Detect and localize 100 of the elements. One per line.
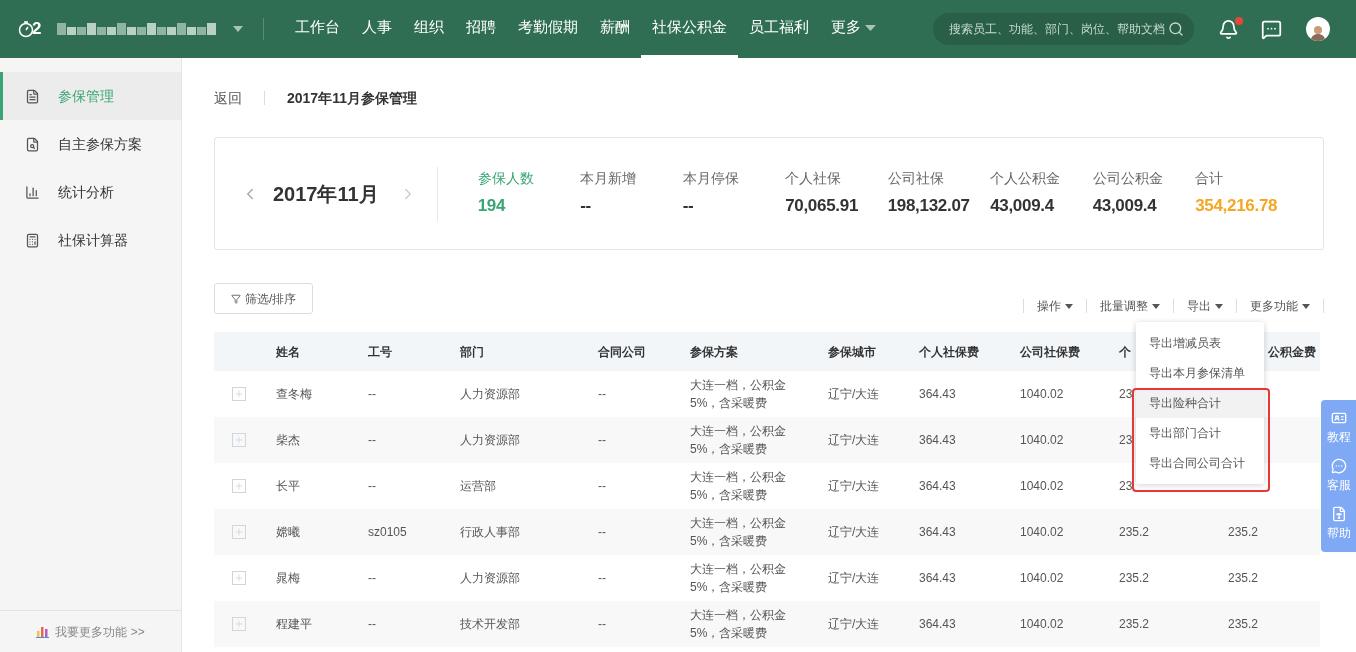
panel-icon — [1330, 506, 1347, 522]
table-cell-text: -- — [598, 478, 606, 495]
column-header: 公司社保费 — [1020, 343, 1080, 361]
filter-button[interactable]: 筛选/排序 — [214, 283, 314, 314]
logo-text: 2 — [32, 18, 42, 41]
caret-icon — [1302, 303, 1310, 309]
stat-label: 合计 — [1195, 169, 1225, 189]
logo[interactable]: 2 — [18, 16, 42, 42]
caret-icon — [1065, 303, 1073, 309]
panel-icon — [1330, 410, 1347, 426]
table-cell-text: 1040.02 — [1020, 616, 1064, 633]
menu-icon — [25, 88, 40, 104]
sidebar-item[interactable]: 社保计算器 — [0, 216, 181, 264]
menu-item[interactable]: 导出本月参保清单 — [1136, 358, 1264, 388]
toolbar-menu-button[interactable]: 操作 — [1024, 297, 1086, 315]
stat-label: 参保人数 — [477, 169, 535, 189]
table-cell-text: 辽宁/大连 — [828, 524, 880, 541]
table-cell-text: -- — [368, 432, 376, 449]
nav-tab[interactable]: 组织 — [403, 0, 456, 58]
toolbar-menu-button[interactable]: 导出 — [1174, 297, 1236, 315]
expand-icon[interactable] — [232, 571, 246, 585]
table-cell-text: 辽宁/大连 — [828, 478, 880, 495]
nav-tab[interactable]: 人事 — [351, 0, 404, 58]
table-cell-text: 235.2 — [1119, 524, 1150, 541]
table-cell-text: 大连一档，公积金5%，含采暖费 — [690, 515, 787, 550]
column-header: 部门 — [460, 343, 484, 361]
table-cell-text: -- — [598, 570, 606, 587]
nav-tab[interactable]: 员工福利 — [738, 0, 821, 58]
column-header: 参保方案 — [690, 343, 738, 361]
stat-item[interactable]: 合计 354,216.78 — [1195, 168, 1298, 219]
menu-item[interactable]: 导出部门合计 — [1136, 418, 1264, 448]
nav-tab[interactable]: 薪酬 — [589, 0, 642, 58]
menu-item[interactable]: 导出合同公司合计 — [1136, 448, 1264, 478]
table-cell-text: 364.43 — [919, 524, 956, 541]
stat-item[interactable]: 本月停保 -- — [682, 168, 786, 219]
nav-tab[interactable]: 招聘 — [455, 0, 508, 58]
month-label: 2017年11月 — [273, 181, 379, 207]
nav-tab[interactable]: 考勤假期 — [507, 0, 590, 58]
table-cell-text: 辽宁/大连 — [828, 616, 880, 633]
table-cell-text: 1040.02 — [1020, 432, 1064, 449]
table-cell-text: -- — [598, 386, 606, 403]
sidebar-item[interactable]: 自主参保方案 — [0, 120, 181, 168]
table-cell-text: 大连一档，公积金5%，含采暖费 — [690, 469, 787, 504]
toolbar-menu-button[interactable]: 更多功能 — [1237, 297, 1323, 315]
search-field[interactable]: 搜索员工、功能、部门、岗位、帮助文档 — [933, 13, 1194, 45]
more-menu[interactable]: 更多 — [820, 0, 888, 58]
stat-value: 43,009.4 — [990, 195, 1055, 218]
expand-icon[interactable] — [232, 433, 246, 447]
column-header: 公积金费 — [1267, 343, 1316, 361]
sidebar-item[interactable]: 统计分析 — [0, 168, 181, 216]
menu-icon — [25, 136, 40, 152]
table-cell-text: 1040.02 — [1020, 478, 1064, 495]
table-cell-text: -- — [598, 616, 606, 633]
column-header: 合同公司 — [598, 343, 646, 361]
table-cell-text: 技术开发部 — [460, 616, 520, 633]
table-cell-text: 运营部 — [460, 478, 496, 495]
stat-item[interactable]: 公司公积金 43,009.4 — [1092, 168, 1196, 219]
expand-icon[interactable] — [232, 525, 246, 539]
expand-icon[interactable] — [232, 387, 246, 401]
stat-item[interactable]: 公司社保 198,132.07 — [887, 168, 991, 219]
stat-item[interactable]: 个人公积金 43,009.4 — [990, 168, 1093, 219]
stat-label: 个人社保 — [785, 169, 843, 189]
search-icon — [1168, 21, 1184, 37]
chat-icon[interactable] — [1261, 18, 1282, 40]
table-cell-text: 辽宁/大连 — [828, 570, 880, 587]
toolbar-menu-button[interactable]: 批量调整 — [1087, 297, 1173, 315]
stat-value: 43,009.4 — [1092, 195, 1158, 218]
table-cell-text: 柴杰 — [276, 432, 300, 449]
table-cell-text: 大连一档，公积金5%，含采暖费 — [690, 561, 787, 596]
table-cell-text: 235.2 — [1119, 570, 1150, 587]
table-cell-text: 1040.02 — [1020, 570, 1064, 587]
back-link[interactable]: 返回 — [214, 87, 242, 109]
stat-item[interactable]: 本月新增 -- — [580, 168, 683, 219]
expand-icon[interactable] — [232, 617, 246, 631]
stat-label: 公司社保 — [887, 169, 945, 189]
table-cell-text: 人力资源部 — [460, 432, 520, 449]
table-cell-text: 人力资源部 — [460, 386, 520, 403]
caret-icon[interactable] — [233, 26, 244, 32]
avatar[interactable] — [1306, 17, 1330, 41]
expand-icon[interactable] — [232, 479, 246, 493]
column-header: 个人社保费 — [919, 343, 979, 361]
stat-value: 70,065.91 — [785, 195, 860, 218]
table-cell-text: -- — [368, 478, 376, 495]
search-input[interactable]: 搜索员工、功能、部门、岗位、帮助文档 — [949, 20, 1168, 38]
stat-item[interactable]: 个人社保 70,065.91 — [785, 168, 888, 219]
table-cell-text: 晁梅 — [276, 570, 300, 587]
column-header: 工号 — [368, 343, 392, 361]
menu-icon — [25, 232, 40, 248]
stat-value: 354,216.78 — [1195, 195, 1279, 218]
bar-chart-icon — [36, 625, 50, 638]
nav-tab[interactable]: 工作台 — [284, 0, 352, 58]
page-title: 2017年11月参保管理 — [287, 88, 417, 108]
table-cell-text: -- — [368, 386, 376, 403]
menu-item[interactable]: 导出险种合计 — [1136, 388, 1264, 418]
table-cell-text: 364.43 — [919, 386, 956, 403]
menu-item[interactable]: 导出增减员表 — [1136, 328, 1264, 358]
table-cell-text: 364.43 — [919, 570, 956, 587]
filter-icon — [231, 293, 241, 304]
nav-tab[interactable]: 社保公积金 — [641, 0, 739, 58]
table-cell-text: -- — [598, 524, 606, 541]
